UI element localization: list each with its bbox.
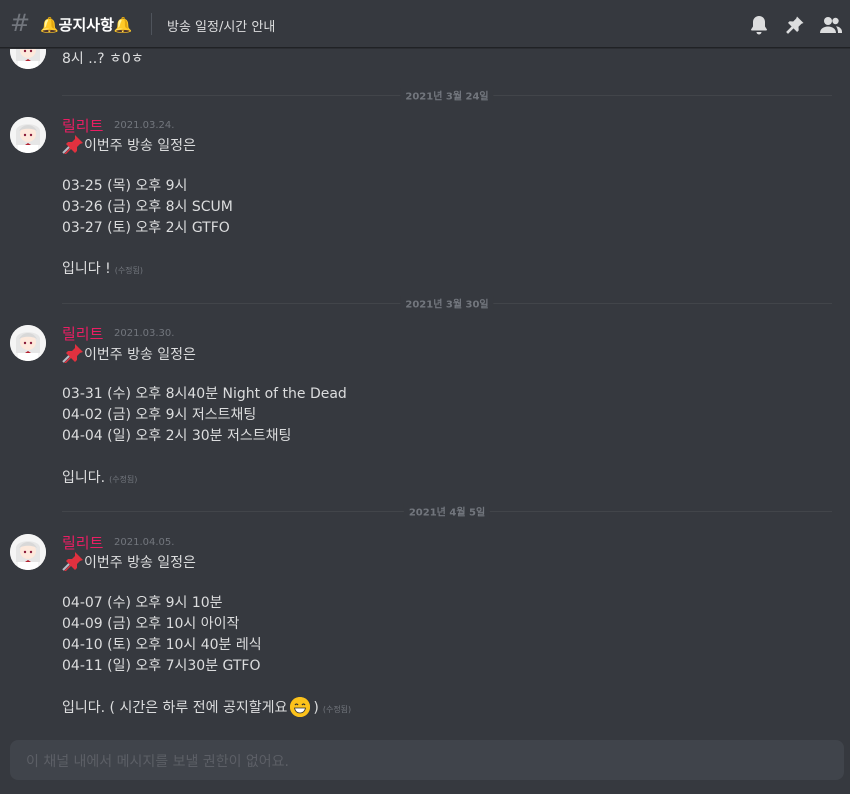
edited-label: (수정됨) [322, 705, 352, 714]
intro-text: 이번주 방송 일정은 [84, 347, 196, 363]
message-text: 입니다. (수정됨) [62, 468, 137, 490]
schedule-line: 03-25 (목) 오후 9시 [62, 178, 188, 194]
date-divider: 2021년 3월 24일 [62, 87, 832, 103]
avatar[interactable] [10, 117, 46, 153]
schedule-line: 03-26 (금) 오후 8시 SCUM [62, 199, 233, 215]
timestamp: 2021.03.30. [114, 328, 175, 339]
bell-icon[interactable] [748, 14, 770, 36]
message-list[interactable]: 8시 ..? ㅎ0ㅎ 2021년 3월 24일 릴리트 2021.03.24. … [0, 49, 850, 739]
pushpin-emoji [62, 344, 83, 363]
schedule-line: 04-02 (금) 오후 9시 저스트채팅 [62, 407, 257, 423]
message-text: 8시 ..? ㅎ0ㅎ [62, 51, 144, 67]
message-text: 입니다 ! (수정됨) [62, 259, 143, 281]
edited-label: (수정됨) [109, 475, 138, 484]
channel-topic[interactable]: 방송 일정/시간 안내 [167, 16, 275, 35]
closing-text: 입니다 ! [62, 261, 111, 277]
date-divider-label: 2021년 3월 24일 [400, 87, 494, 103]
timestamp: 2021.04.05. [114, 537, 175, 548]
date-divider-label: 2021년 3월 30일 [400, 295, 494, 311]
schedule-line: 04-11 (일) 오후 7시30분 GTFO [62, 658, 261, 674]
message-composer[interactable]: 이 채널 내에서 메시지를 보낼 권한이 없어요. [10, 740, 844, 780]
avatar[interactable] [10, 534, 46, 570]
schedule-line: 04-09 (금) 오후 10시 아이작 [62, 616, 240, 632]
timestamp: 2021.03.24. [114, 120, 175, 131]
avatar[interactable] [10, 325, 46, 361]
message-text: 입니다. ( 시간은 하루 전에 공지할게요) (수정됨) [62, 697, 351, 720]
username[interactable]: 릴리트 [62, 323, 103, 344]
closing-text: ) [313, 700, 319, 716]
header-divider [151, 13, 152, 35]
intro-text: 이번주 방송 일정은 [84, 138, 196, 154]
message-text: 이번주 방송 일정은 [62, 551, 196, 573]
date-divider-label: 2021년 4월 5일 [403, 503, 491, 519]
hashtag-icon: # [10, 9, 31, 37]
message-text: 이번주 방송 일정은 [62, 343, 196, 365]
username[interactable]: 릴리트 [62, 115, 103, 136]
pushpin-emoji [62, 135, 83, 154]
date-divider: 2021년 4월 5일 [62, 503, 832, 519]
schedule-line: 03-27 (토) 오후 2시 GTFO [62, 220, 230, 236]
channel-title[interactable]: 🔔공지사항🔔 [40, 14, 133, 35]
message-text: 이번주 방송 일정은 [62, 134, 196, 156]
schedule-line: 04-10 (토) 오후 10시 40분 레식 [62, 637, 262, 653]
schedule-line: 04-04 (일) 오후 2시 30분 저스트채팅 [62, 428, 292, 444]
intro-text: 이번주 방송 일정은 [84, 555, 196, 571]
date-divider: 2021년 3월 30일 [62, 295, 832, 311]
closing-text: 입니다. ( 시간은 하루 전에 공지할게요 [62, 700, 288, 716]
avatar[interactable] [10, 49, 46, 69]
channel-header: # 🔔공지사항🔔 방송 일정/시간 안내 [0, 0, 850, 48]
schedule-line: 03-31 (수) 오후 8시40분 Night of the Dead [62, 386, 347, 402]
grinning-emoji [290, 697, 311, 717]
members-icon[interactable] [820, 14, 842, 36]
edited-label: (수정됨) [114, 266, 144, 275]
pushpin-emoji [62, 552, 83, 571]
pin-icon[interactable] [784, 14, 806, 36]
schedule-line: 04-07 (수) 오후 9시 10분 [62, 595, 223, 611]
composer-placeholder: 이 채널 내에서 메시지를 보낼 권한이 없어요. [26, 754, 289, 770]
username[interactable]: 릴리트 [62, 532, 103, 553]
closing-text: 입니다. [62, 470, 106, 486]
